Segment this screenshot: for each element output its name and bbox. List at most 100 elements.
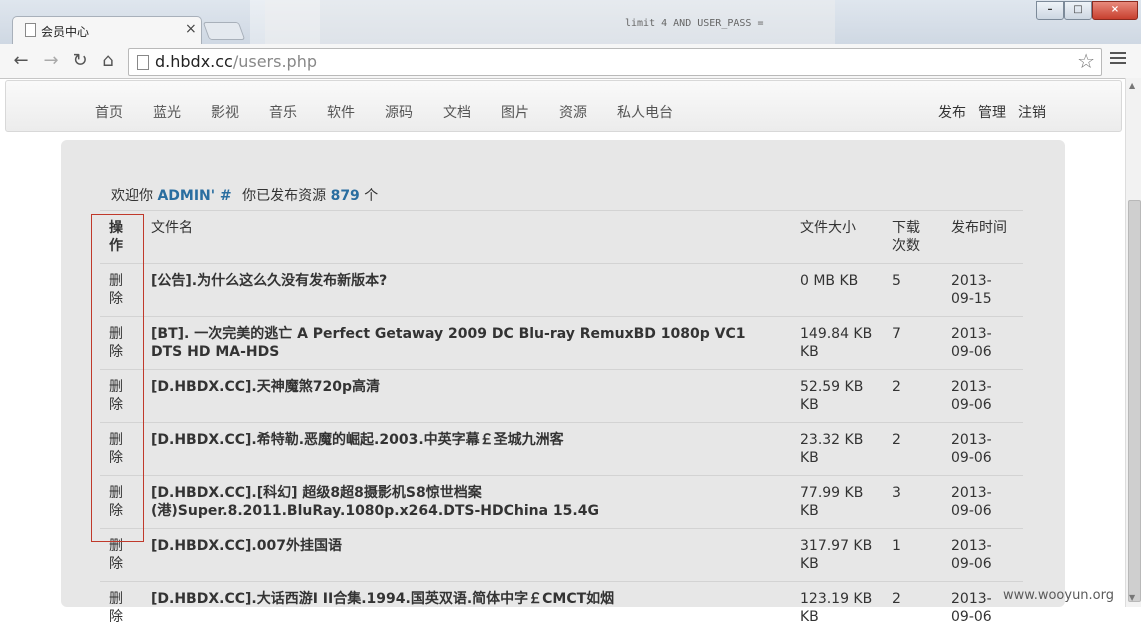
file-size: 123.19 KB <box>800 591 873 607</box>
row-divider <box>100 422 1023 423</box>
tab-title: 会员中心 <box>41 25 90 39</box>
nav-item-video[interactable]: 影视 <box>211 102 239 122</box>
username[interactable]: ADMIN' # <box>157 188 231 204</box>
header-size: 文件大小 <box>800 220 856 236</box>
header-downloads-1: 下载 <box>892 220 920 236</box>
publish-date: 09-06 <box>951 450 992 466</box>
nav-item-home[interactable]: 首页 <box>95 102 123 122</box>
row-divider <box>100 316 1023 317</box>
row-divider <box>100 263 1023 264</box>
file-name[interactable]: [D.HBDX.CC].[科幻] 超级8超8摄影机S8惊世档案 <box>151 484 482 502</box>
header-filename: 文件名 <box>151 220 193 236</box>
back-icon[interactable]: ← <box>10 50 32 71</box>
download-count: 3 <box>892 485 901 501</box>
new-tab-button[interactable] <box>202 22 246 40</box>
browser-tab[interactable]: 会员中心 × <box>12 16 202 45</box>
publish-date: 2013- <box>951 432 992 448</box>
window-close-button[interactable]: × <box>1092 1 1138 20</box>
nav-item-music[interactable]: 音乐 <box>269 102 297 122</box>
file-size: KB <box>800 609 819 625</box>
download-count: 5 <box>892 273 901 289</box>
reload-icon[interactable]: ↻ <box>69 50 91 71</box>
file-name[interactable]: (港)Super.8.2011.BluRay.1080p.x264.DTS-HD… <box>151 502 599 520</box>
publish-date: 2013- <box>951 273 992 289</box>
publish-date: 09-06 <box>951 556 992 572</box>
welcome-suffix: 个 <box>364 188 379 204</box>
publish-date: 2013- <box>951 538 992 554</box>
address-bar[interactable]: d.hbdx.cc/users.php ☆ <box>128 48 1102 76</box>
file-name[interactable]: [D.HBDX.CC].天神魔煞720p高清 <box>151 378 380 396</box>
nav-item-images[interactable]: 图片 <box>501 102 529 122</box>
file-size: KB <box>800 344 819 360</box>
menu-icon[interactable] <box>1110 52 1126 67</box>
site-nav: 首页 蓝光 影视 音乐 软件 源码 文档 图片 资源 私人电台 发布 管理 注销 <box>5 80 1122 132</box>
browser-toolbar: ← → ↻ ⌂ d.hbdx.cc/users.php ☆ <box>0 44 1141 79</box>
row-divider <box>100 528 1023 529</box>
nav-item-software[interactable]: 软件 <box>327 102 355 122</box>
welcome-middle: 你已发布资源 <box>242 188 327 204</box>
scrollbar[interactable]: ▲ ▼ <box>1125 78 1141 607</box>
delete-link[interactable]: 除 <box>109 555 123 573</box>
file-name[interactable]: DTS HD MA-HDS <box>151 343 279 361</box>
file-size: 149.84 KB <box>800 326 873 342</box>
file-name[interactable]: [BT]. 一次完美的逃亡 A Perfect Getaway 2009 DC … <box>151 325 746 343</box>
page-icon <box>25 23 36 37</box>
file-name[interactable]: [D.HBDX.CC].大话西游I II合集.1994.国英双语.简体中字￡CM… <box>151 590 614 608</box>
table-divider <box>100 210 1023 211</box>
welcome-line: 欢迎你 ADMIN' # 你已发布资源 879 个 <box>111 185 378 205</box>
nav-item-logout[interactable]: 注销 <box>1018 102 1046 122</box>
minimize-icon: – <box>1047 4 1053 15</box>
row-divider <box>100 369 1023 370</box>
nav-item-source[interactable]: 源码 <box>385 102 413 122</box>
scroll-thumb[interactable] <box>1128 200 1141 602</box>
header-date: 发布时间 <box>951 220 1007 236</box>
scroll-down-icon[interactable]: ▼ <box>1129 593 1135 602</box>
header-downloads-2: 次数 <box>892 238 920 254</box>
maximize-button[interactable]: □ <box>1064 1 1092 20</box>
nav-item-publish[interactable]: 发布 <box>938 102 966 122</box>
publish-date: 2013- <box>951 591 992 607</box>
download-count: 1 <box>892 538 901 554</box>
publish-date: 09-06 <box>951 609 992 625</box>
delete-link[interactable]: 除 <box>109 608 123 626</box>
home-icon[interactable]: ⌂ <box>97 50 119 71</box>
page-icon <box>137 55 149 70</box>
file-size: KB <box>800 556 819 572</box>
file-size: KB <box>800 397 819 413</box>
nav-item-docs[interactable]: 文档 <box>443 102 471 122</box>
file-size: KB <box>800 503 819 519</box>
nav-item-radio[interactable]: 私人电台 <box>617 102 673 122</box>
download-count: 2 <box>892 591 901 607</box>
minimize-button[interactable]: – <box>1036 1 1064 20</box>
file-size: 0 MB KB <box>800 273 859 289</box>
file-size: KB <box>800 450 819 466</box>
bookmark-star-icon[interactable]: ☆ <box>1077 49 1095 73</box>
publish-date: 09-06 <box>951 397 992 413</box>
welcome-prefix: 欢迎你 <box>111 188 153 204</box>
maximize-icon: □ <box>1073 4 1083 15</box>
file-size: 23.32 KB <box>800 432 864 448</box>
file-name[interactable]: [公告].为什么这么久没有发布新版本? <box>151 272 387 290</box>
nav-item-resources[interactable]: 资源 <box>559 102 587 122</box>
download-count: 2 <box>892 432 901 448</box>
file-size: 77.99 KB <box>800 485 864 501</box>
file-size: 317.97 KB <box>800 538 873 554</box>
row-divider <box>100 475 1023 476</box>
close-icon[interactable]: × <box>185 21 197 37</box>
browser-titlebar: limit 4 AND USER_PASS = 会员中心 × – □ × <box>0 0 1141 45</box>
publish-date: 2013- <box>951 485 992 501</box>
nav-item-bluray[interactable]: 蓝光 <box>153 102 181 122</box>
publish-date: 09-06 <box>951 503 992 519</box>
url-host: d.hbdx.cc <box>155 52 233 71</box>
delete-link[interactable]: 删 <box>109 590 123 608</box>
publish-date: 2013- <box>951 379 992 395</box>
row-divider <box>100 581 1023 582</box>
file-name[interactable]: [D.HBDX.CC].希特勒.恶魔的崛起.2003.中英字幕￡圣城九洲客 <box>151 431 564 449</box>
forward-icon[interactable]: → <box>40 50 62 71</box>
file-name[interactable]: [D.HBDX.CC].007外挂国语 <box>151 537 342 555</box>
publish-date: 2013- <box>951 326 992 342</box>
download-count: 2 <box>892 379 901 395</box>
nav-item-manage[interactable]: 管理 <box>978 102 1006 122</box>
scroll-up-icon[interactable]: ▲ <box>1129 81 1135 90</box>
publish-date: 09-15 <box>951 291 992 307</box>
